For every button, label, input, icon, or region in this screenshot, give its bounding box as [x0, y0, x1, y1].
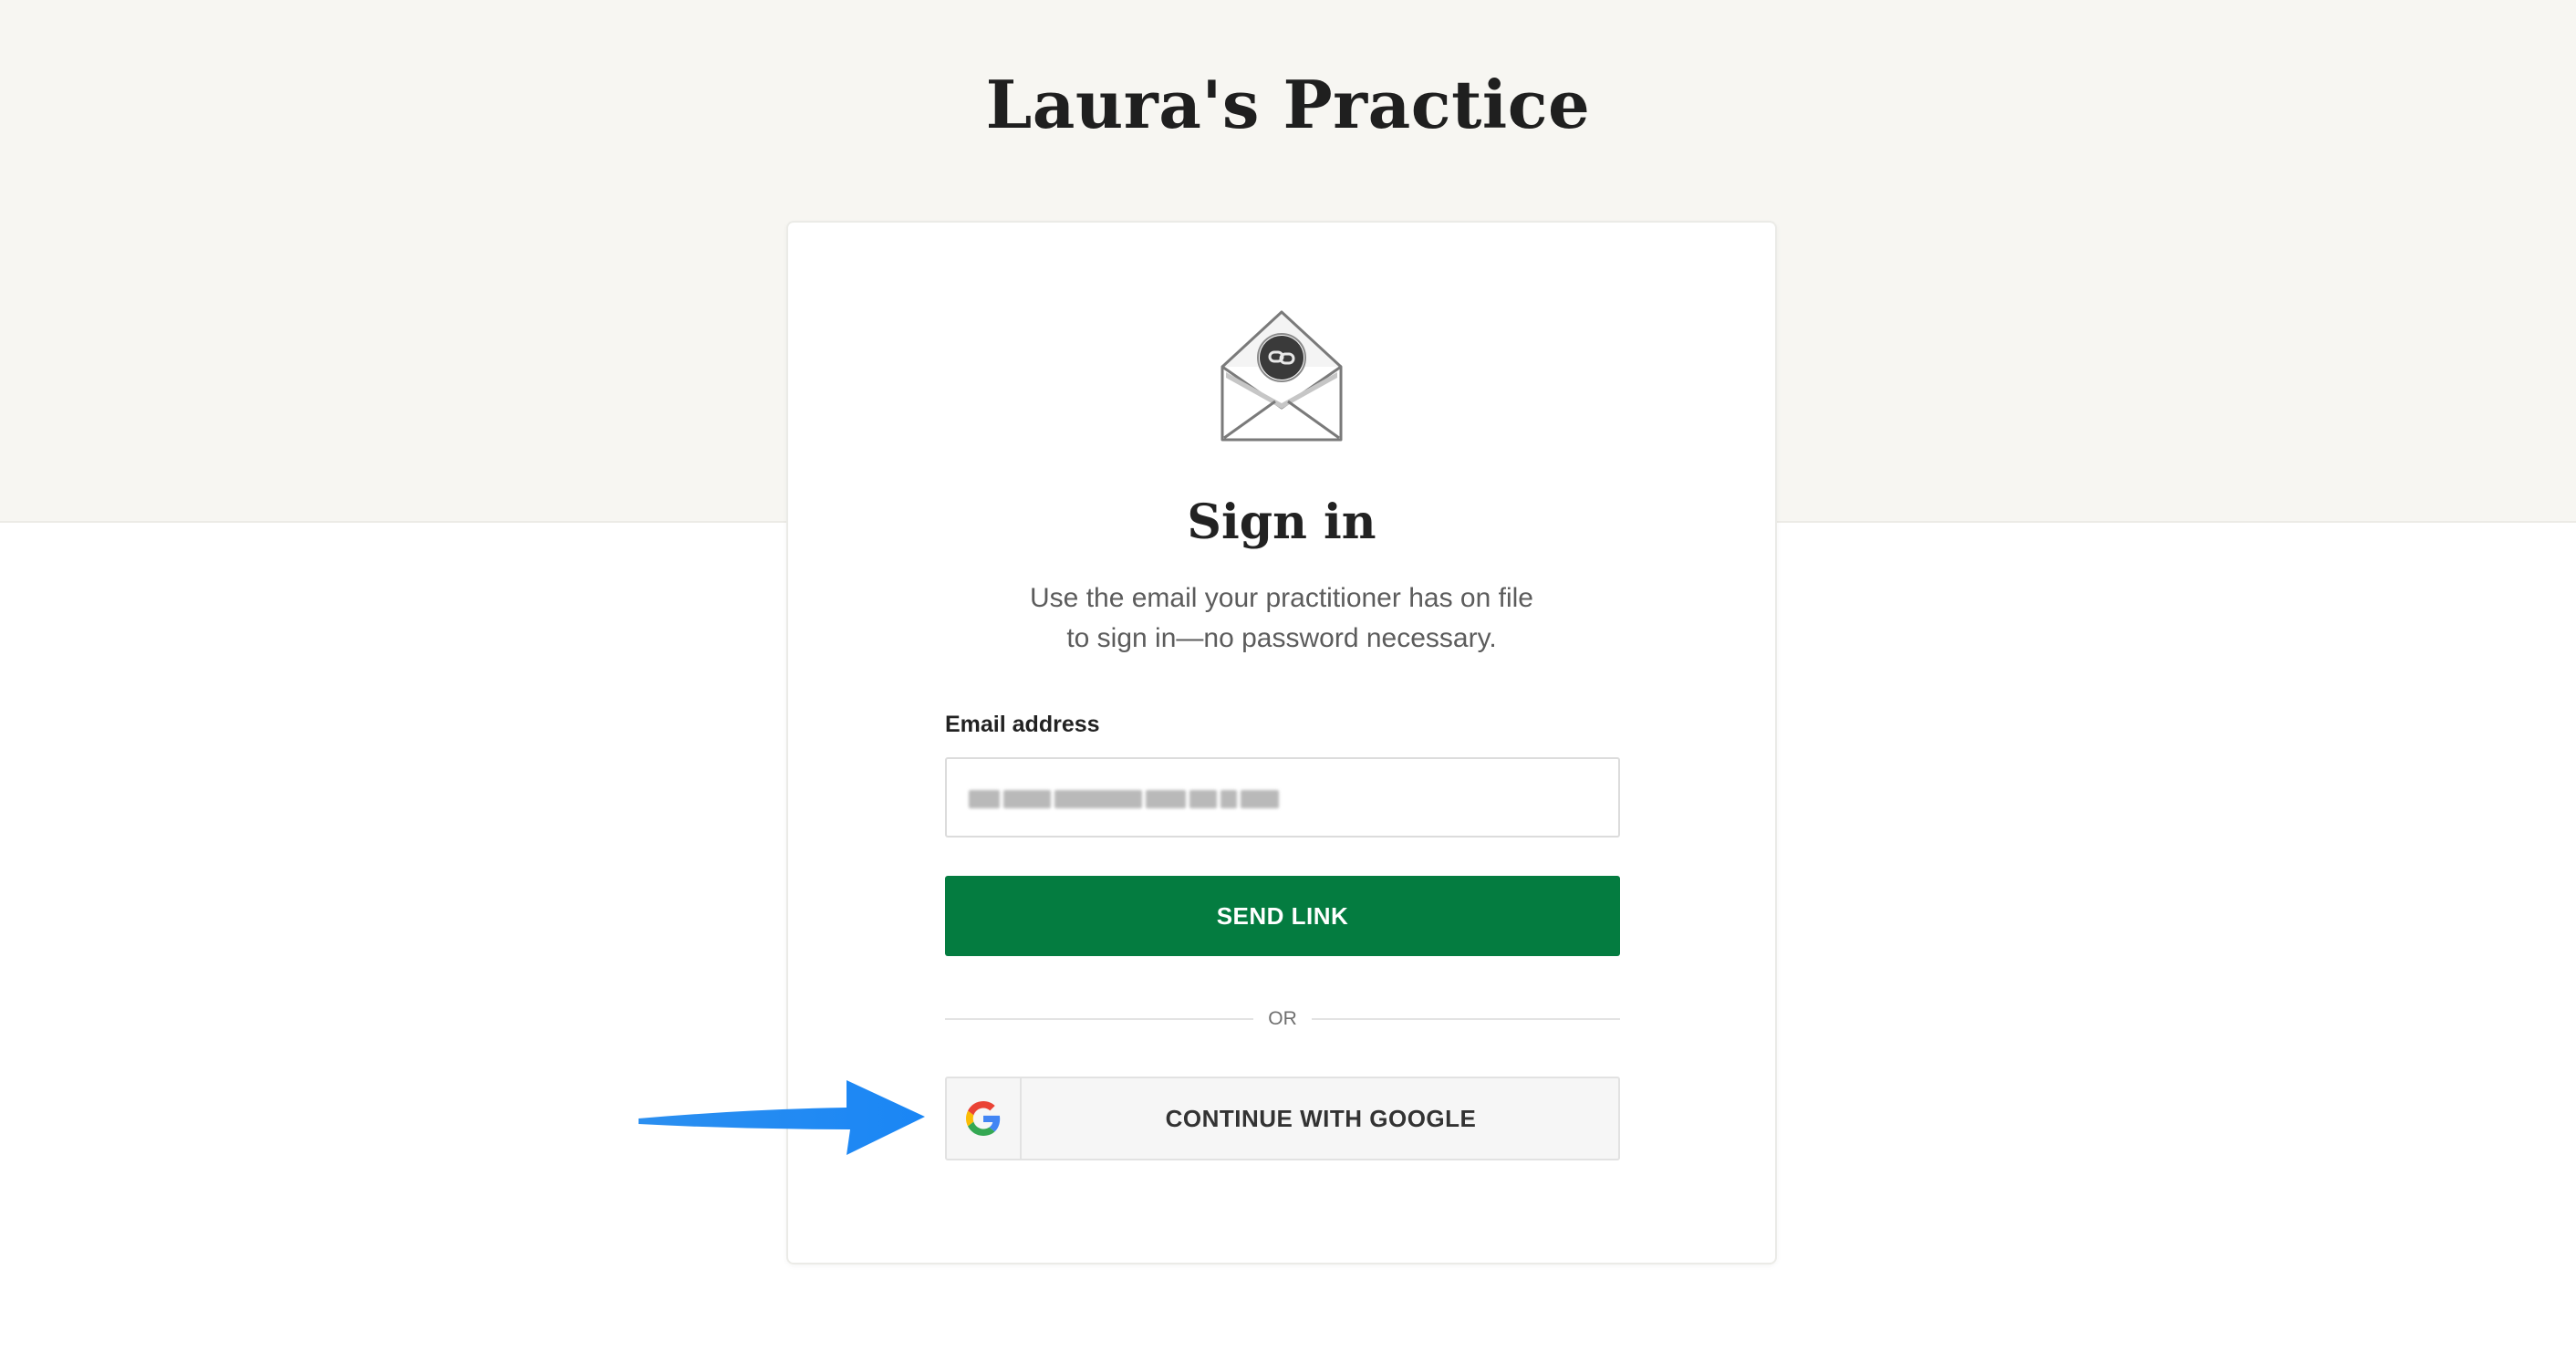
practice-title: Laura's Practice	[985, 66, 1591, 143]
send-link-button[interactable]: SEND LINK	[945, 876, 1620, 956]
sign-in-card: Sign in Use the email your practitioner …	[786, 221, 1777, 1264]
google-button-label: CONTINUE WITH GOOGLE	[1165, 1104, 1477, 1132]
email-label: Email address	[945, 712, 1100, 737]
divider-line-right	[1312, 1018, 1620, 1020]
redacted-email-value	[969, 788, 1297, 810]
sign-in-heading: Sign in	[1187, 494, 1376, 550]
google-g-icon	[966, 1101, 1001, 1136]
email-field[interactable]	[945, 757, 1620, 838]
subtitle-line-2: to sign in—no password necessary.	[1066, 623, 1497, 653]
pointer-arrow-icon	[639, 1080, 925, 1155]
or-divider: OR	[945, 1005, 1620, 1033]
envelope-link-icon	[1220, 310, 1343, 442]
sign-in-subtitle: Use the email your practitioner has on f…	[788, 578, 1775, 659]
continue-with-google-button[interactable]: CONTINUE WITH GOOGLE	[945, 1077, 1620, 1160]
subtitle-line-1: Use the email your practitioner has on f…	[1030, 583, 1533, 613]
google-icon-container	[947, 1078, 1022, 1159]
